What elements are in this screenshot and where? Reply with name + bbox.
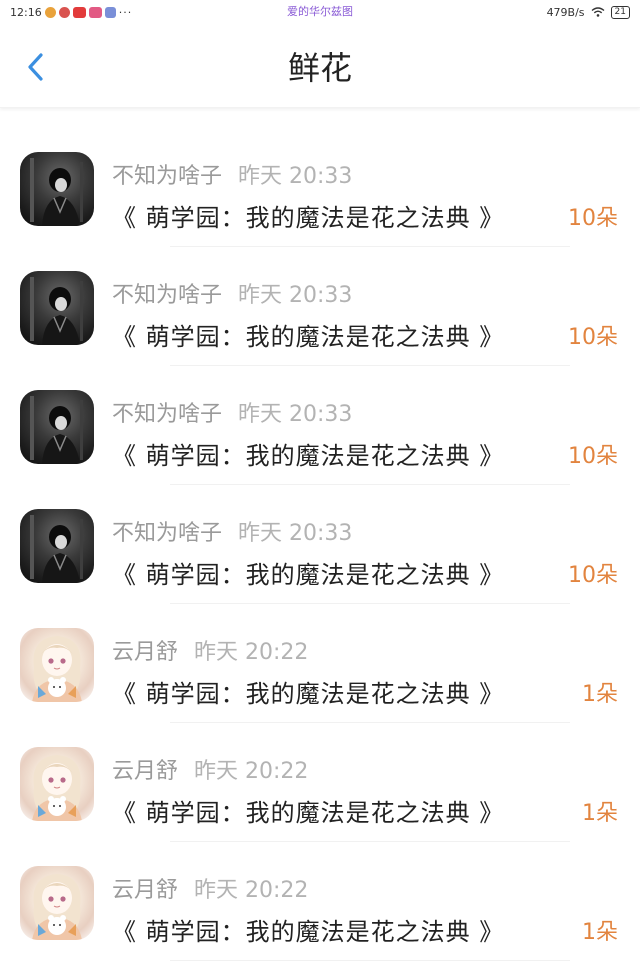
book-title: 《 萌学园：我的魔法是花之法典 》 [112, 442, 505, 470]
flower-count: 1朵 [582, 682, 618, 707]
flower-count: 10朵 [568, 563, 618, 588]
battery-icon: 21 [610, 5, 630, 19]
book-title: 《 萌学园：我的魔法是花之法典 》 [112, 204, 505, 232]
status-bar: 12:16 ··· 爱的华尔兹图 479B/s 21 [0, 0, 640, 24]
sender-name: 不知为啥子 [112, 164, 223, 189]
nav-bar: 鲜花 [0, 24, 640, 108]
flower-count: 10朵 [568, 206, 618, 231]
flower-count: 1朵 [582, 801, 618, 826]
status-right: 479B/s 21 [546, 5, 630, 19]
book-title: 《 萌学园：我的魔法是花之法典 》 [112, 323, 505, 351]
notification-icon [104, 6, 116, 18]
wifi-icon [591, 7, 604, 17]
sender-line: 云月舒 昨天 20:22 [112, 872, 308, 904]
avatar[interactable] [20, 390, 94, 464]
sender-line: 不知为啥子 昨天 20:33 [112, 277, 352, 309]
notification-icon [72, 6, 86, 18]
book-title: 《 萌学园：我的魔法是花之法典 》 [112, 561, 505, 589]
sender-name: 云月舒 [112, 759, 179, 784]
list-item[interactable]: 不知为啥子 昨天 20:33 《 萌学园：我的魔法是花之法典 》 10朵 [0, 128, 640, 247]
network-speed: 479B/s [546, 5, 585, 19]
more-notifications: ··· [118, 5, 133, 19]
flower-count: 10朵 [568, 444, 618, 469]
sender-line: 不知为啥子 昨天 20:33 [112, 158, 352, 190]
book-title: 《 萌学园：我的魔法是花之法典 》 [112, 799, 505, 827]
list-item[interactable]: 云月舒 昨天 20:22 《 萌学园：我的魔法是花之法典 》 1朵 [0, 604, 640, 723]
flower-count: 1朵 [582, 920, 618, 945]
timestamp: 昨天 20:33 [238, 521, 353, 546]
notification-icon [58, 6, 70, 18]
book-title: 《 萌学园：我的魔法是花之法典 》 [112, 680, 505, 708]
timestamp: 昨天 20:33 [238, 402, 353, 427]
timestamp: 昨天 20:22 [194, 640, 309, 665]
timestamp: 昨天 20:22 [194, 759, 309, 784]
sender-name: 不知为啥子 [112, 402, 223, 427]
sender-name: 云月舒 [112, 640, 179, 665]
timestamp: 昨天 20:33 [238, 283, 353, 308]
sender-line: 不知为啥子 昨天 20:33 [112, 515, 352, 547]
status-time: 12:16 [10, 5, 42, 19]
sender-line: 云月舒 昨天 20:22 [112, 634, 308, 666]
avatar[interactable] [20, 152, 94, 226]
avatar[interactable] [20, 628, 94, 702]
status-left: 12:16 ··· [10, 6, 132, 19]
list-item[interactable]: 云月舒 昨天 20:22 《 萌学园：我的魔法是花之法典 》 1朵 [0, 842, 640, 961]
list-item[interactable]: 云月舒 昨天 20:22 《 萌学园：我的魔法是花之法典 》 1朵 [0, 723, 640, 842]
sender-name: 云月舒 [112, 878, 179, 903]
avatar[interactable] [20, 866, 94, 940]
flower-list: 不知为啥子 昨天 20:33 《 萌学园：我的魔法是花之法典 》 10朵 不知为啥子昨… [0, 128, 640, 961]
avatar[interactable] [20, 509, 94, 583]
book-title: 《 萌学园：我的魔法是花之法典 》 [112, 918, 505, 946]
list-item[interactable]: 不知为啥子 昨天 20:33 《 萌学园：我的魔法是花之法典 》 10朵 [0, 485, 640, 604]
sender-name: 不知为啥子 [112, 521, 223, 546]
avatar[interactable] [20, 747, 94, 821]
list-item[interactable]: 不知为啥子 昨天 20:33 《 萌学园：我的魔法是花之法典 》 10朵 [0, 247, 640, 366]
sender-line: 不知为啥子 昨天 20:33 [112, 396, 352, 428]
avatar[interactable] [20, 271, 94, 345]
page-title: 鲜花 [287, 49, 352, 87]
notification-icon [44, 6, 56, 18]
sender-line: 云月舒 昨天 20:22 [112, 753, 308, 785]
notification-icon [88, 6, 102, 18]
sender-name: 不知为啥子 [112, 283, 223, 308]
timestamp: 昨天 20:22 [194, 878, 309, 903]
timestamp: 昨天 20:33 [238, 164, 353, 189]
flower-count: 10朵 [568, 325, 618, 350]
list-item[interactable]: 不知为啥子 昨天 20:33 《 萌学园：我的魔法是花之法典 》 10朵 [0, 366, 640, 485]
